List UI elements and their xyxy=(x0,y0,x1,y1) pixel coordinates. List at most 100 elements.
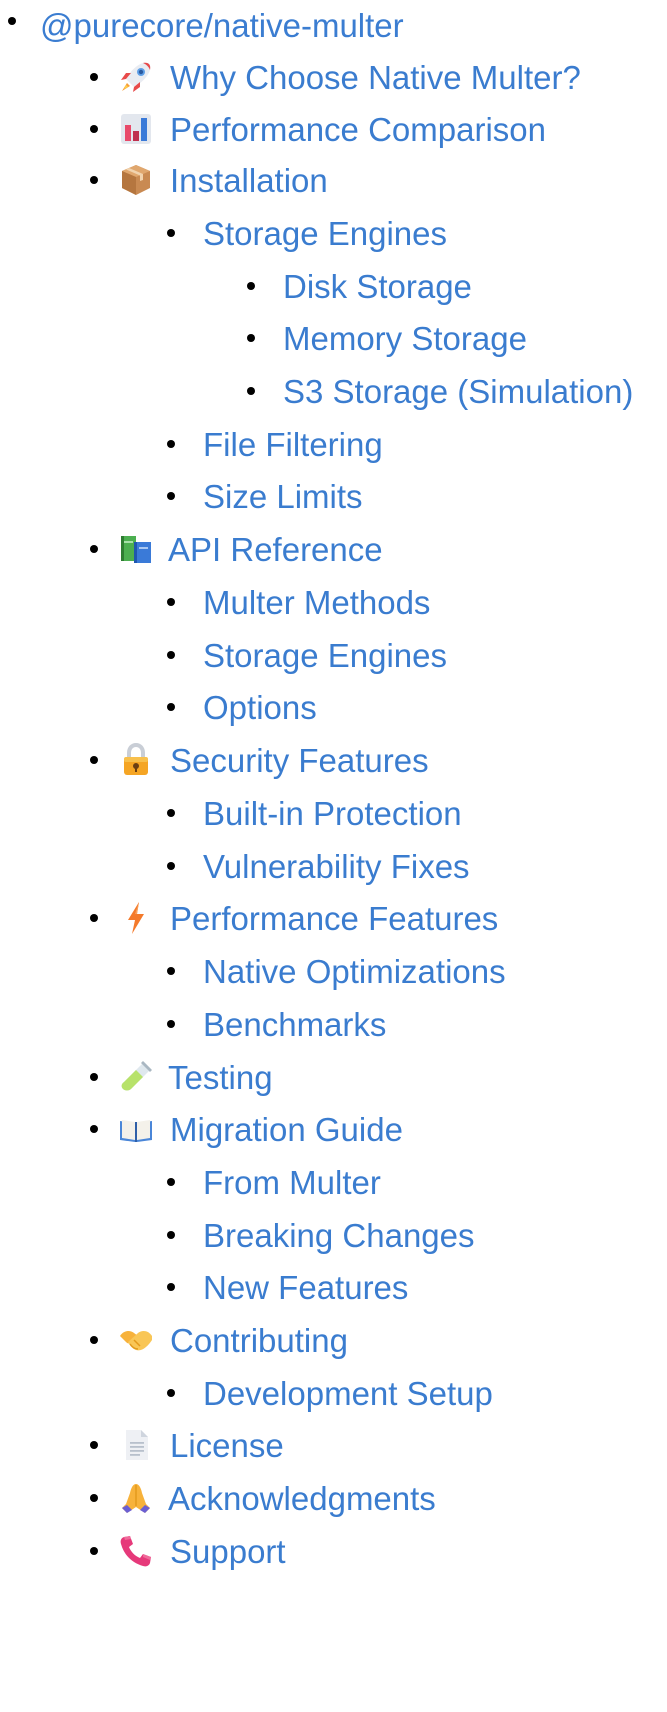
toc-link-memory-storage[interactable]: Memory Storage xyxy=(283,322,527,355)
list-bullet xyxy=(8,17,16,25)
list-bullet xyxy=(167,1231,175,1239)
books-icon xyxy=(118,531,154,567)
toc-item-performance-comparison: Performance Comparison xyxy=(90,104,546,154)
toc-link-support[interactable]: Support xyxy=(118,1533,286,1569)
list-bullet xyxy=(167,967,175,975)
list-bullet xyxy=(247,282,255,290)
list-bullet xyxy=(167,809,175,817)
toc-item-size-limits: Size Limits xyxy=(167,471,363,521)
list-bullet xyxy=(167,703,175,711)
toc-link-development-setup[interactable]: Development Setup xyxy=(203,1377,493,1410)
list-bullet xyxy=(90,545,98,553)
telephone-icon xyxy=(118,1533,154,1569)
toc-item-why-choose: Why Choose Native Multer? xyxy=(90,52,581,102)
list-bullet xyxy=(167,1178,175,1186)
document-icon xyxy=(118,1427,154,1463)
toc-item-contributing: Contributing xyxy=(90,1315,348,1365)
toc-link-label: Acknowledgments xyxy=(168,1479,436,1517)
list-bullet xyxy=(167,862,175,870)
rocket-icon xyxy=(118,59,154,95)
toc-item-storage-engines-2: Storage Engines xyxy=(167,630,447,680)
toc-link-migration-guide[interactable]: Migration Guide xyxy=(118,1111,403,1147)
toc-link-storage-engines-2[interactable]: Storage Engines xyxy=(203,639,447,672)
lock-icon xyxy=(118,742,154,778)
list-bullet xyxy=(167,1389,175,1397)
toc-link-label: Support xyxy=(170,1532,286,1570)
package-icon xyxy=(118,162,154,198)
open-book-icon xyxy=(118,1111,154,1147)
bar-chart-icon xyxy=(118,111,154,147)
toc-link-performance-comparison[interactable]: Performance Comparison xyxy=(118,111,546,147)
toc-link-storage-engines[interactable]: Storage Engines xyxy=(203,217,447,250)
toc-link-built-in-protection[interactable]: Built-in Protection xyxy=(203,797,462,830)
toc-link-from-multer[interactable]: From Multer xyxy=(203,1166,381,1199)
toc-link-benchmarks[interactable]: Benchmarks xyxy=(203,1008,386,1041)
list-bullet xyxy=(247,334,255,342)
handshake-icon xyxy=(118,1322,154,1358)
toc-item-storage-engines: Storage Engines xyxy=(167,208,447,258)
toc-link-why-choose[interactable]: Why Choose Native Multer? xyxy=(118,59,581,95)
toc-item-from-multer: From Multer xyxy=(167,1157,381,1207)
toc-link-label: Performance Comparison xyxy=(170,110,546,148)
toc-link-options[interactable]: Options xyxy=(203,691,317,724)
lightning-icon xyxy=(118,900,154,936)
toc-link-api-reference[interactable]: API Reference xyxy=(118,531,383,567)
list-bullet xyxy=(90,73,98,81)
list-bullet xyxy=(90,1073,98,1081)
toc-link-label: Migration Guide xyxy=(170,1110,403,1148)
toc-link-native-optimizations[interactable]: Native Optimizations xyxy=(203,955,506,988)
list-bullet xyxy=(167,1283,175,1291)
list-bullet xyxy=(90,1547,98,1555)
toc-link-performance-features[interactable]: Performance Features xyxy=(118,900,498,936)
toc-link-security-features[interactable]: Security Features xyxy=(118,742,429,778)
toc-link-label: API Reference xyxy=(168,530,383,568)
toc-item-new-features: New Features xyxy=(167,1262,408,1312)
list-bullet xyxy=(90,176,98,184)
toc-item-multer-methods: Multer Methods xyxy=(167,577,430,627)
list-bullet xyxy=(167,440,175,448)
toc-link-s3-storage[interactable]: S3 Storage (Simulation) xyxy=(283,375,633,408)
list-bullet xyxy=(90,1441,98,1449)
toc-link-vulnerability-fixes[interactable]: Vulnerability Fixes xyxy=(203,850,470,883)
toc-link-license[interactable]: License xyxy=(118,1427,284,1463)
toc-item-installation: Installation xyxy=(90,155,328,205)
toc-item-support: Support xyxy=(90,1526,286,1576)
toc-item-disk-storage: Disk Storage xyxy=(247,261,472,311)
list-bullet xyxy=(90,125,98,133)
toc-link-label: Contributing xyxy=(170,1321,348,1359)
toc-item-vulnerability-fixes: Vulnerability Fixes xyxy=(167,841,470,891)
toc-item-file-filtering: File Filtering xyxy=(167,419,383,469)
toc-link-size-limits[interactable]: Size Limits xyxy=(203,480,363,513)
list-bullet xyxy=(90,756,98,764)
toc-link-breaking-changes[interactable]: Breaking Changes xyxy=(203,1219,475,1252)
toc-link-contributing[interactable]: Contributing xyxy=(118,1322,348,1358)
list-bullet xyxy=(167,598,175,606)
toc-link-native-multer[interactable]: @purecore/native-multer xyxy=(40,9,404,42)
praying-hands-icon xyxy=(118,1480,154,1516)
toc-link-installation[interactable]: Installation xyxy=(118,162,328,198)
toc-link-file-filtering[interactable]: File Filtering xyxy=(203,428,383,461)
list-bullet xyxy=(167,229,175,237)
list-bullet xyxy=(90,914,98,922)
list-bullet xyxy=(167,651,175,659)
toc-link-label: Performance Features xyxy=(170,899,499,937)
toc-link-acknowledgments[interactable]: Acknowledgments xyxy=(118,1480,436,1516)
list-bullet xyxy=(90,1125,98,1133)
toc-link-testing[interactable]: Testing xyxy=(118,1059,273,1095)
list-bullet xyxy=(90,1336,98,1344)
toc-link-multer-methods[interactable]: Multer Methods xyxy=(203,586,430,619)
toc-item-development-setup: Development Setup xyxy=(167,1368,493,1418)
toc-link-label: Testing xyxy=(168,1058,273,1096)
toc-item-built-in-protection: Built-in Protection xyxy=(167,788,462,838)
toc-item-breaking-changes: Breaking Changes xyxy=(167,1210,475,1260)
toc-item-acknowledgments: Acknowledgments xyxy=(90,1473,436,1523)
list-bullet xyxy=(247,387,255,395)
toc-link-label: Security Features xyxy=(170,741,429,779)
toc-item-s3-storage: S3 Storage (Simulation) xyxy=(247,366,633,416)
toc-link-label: Why Choose Native Multer? xyxy=(170,58,581,96)
toc-link-disk-storage[interactable]: Disk Storage xyxy=(283,270,472,303)
toc-link-new-features[interactable]: New Features xyxy=(203,1271,408,1304)
toc-item-migration-guide: Migration Guide xyxy=(90,1104,403,1154)
list-bullet xyxy=(90,1494,98,1502)
toc-link-label: License xyxy=(170,1426,284,1464)
